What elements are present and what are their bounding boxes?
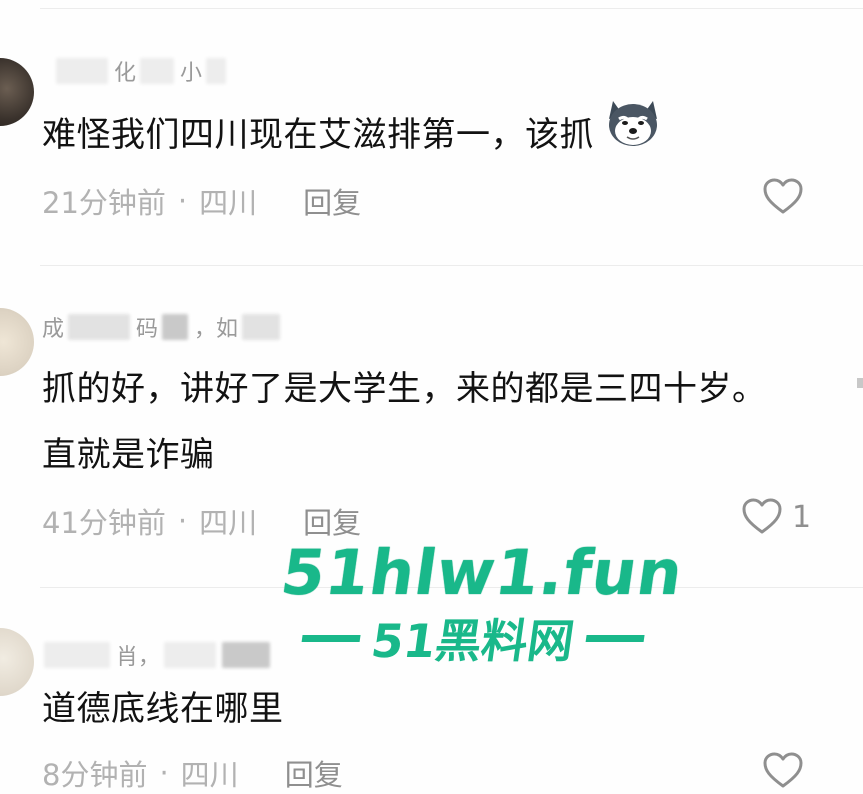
cut-off-character bbox=[857, 378, 863, 388]
username[interactable]: 成 码 ，如 bbox=[42, 312, 286, 342]
username-fragment: 化 bbox=[114, 61, 137, 86]
comment-divider bbox=[40, 587, 863, 588]
comment-divider bbox=[40, 8, 863, 9]
username[interactable]: 肖， bbox=[44, 640, 276, 670]
comment-time: 21分钟前 bbox=[42, 186, 166, 220]
like-button[interactable]: 1 bbox=[742, 498, 811, 536]
watermark-dash bbox=[301, 634, 361, 642]
comment-location: 四川 bbox=[180, 758, 239, 792]
site-watermark: 51hlw1.fun 51黑料网 bbox=[249, 536, 708, 671]
reply-button[interactable]: 回复 bbox=[303, 500, 361, 542]
redacted-block bbox=[222, 642, 271, 668]
redacted-block bbox=[162, 314, 189, 340]
watermark-subtitle: 51黑料网 bbox=[249, 605, 698, 671]
comment-text-line: 抓的好，讲好了是大学生，来的都是三四十岁。 bbox=[42, 369, 767, 409]
username-fragment: 成 bbox=[42, 317, 65, 342]
husky-dog-emoji-icon bbox=[605, 97, 661, 169]
watermark-url: 51hlw1.fun bbox=[276, 536, 688, 609]
like-button[interactable] bbox=[763, 178, 803, 216]
comment-time: 41分钟前 bbox=[42, 506, 166, 540]
heart-outline-icon bbox=[763, 178, 803, 216]
redacted-block bbox=[44, 642, 110, 668]
comment-text-content: 难怪我们四川现在艾滋排第一，该抓 bbox=[42, 115, 594, 155]
redacted-block bbox=[164, 642, 217, 668]
meta-separator: · bbox=[177, 184, 188, 218]
username-fragment: 肖， bbox=[116, 645, 161, 670]
comment-location: 四川 bbox=[199, 186, 258, 220]
avatar[interactable] bbox=[0, 628, 34, 696]
like-button[interactable] bbox=[763, 752, 803, 790]
watermark-dash bbox=[585, 634, 645, 642]
comment-meta: 8分钟前 · 四川 回复 bbox=[42, 752, 343, 794]
meta-separator: · bbox=[177, 504, 188, 538]
comment-text: 难怪我们四川现在艾滋排第一，该抓 bbox=[42, 100, 661, 169]
redacted-block bbox=[242, 314, 281, 340]
username[interactable]: 化 小 bbox=[56, 56, 232, 86]
redacted-block bbox=[56, 58, 108, 84]
comment-text: 抓的好，讲好了是大学生，来的都是三四十岁。 直就是诈骗 bbox=[42, 356, 767, 488]
like-count: 1 bbox=[792, 499, 812, 535]
heart-outline-icon bbox=[742, 498, 782, 536]
watermark-subtitle-text: 51黑料网 bbox=[367, 614, 578, 668]
redacted-block bbox=[140, 58, 175, 84]
reply-button[interactable]: 回复 bbox=[285, 752, 343, 794]
comment-text: 道德底线在哪里 bbox=[42, 676, 284, 742]
comment-divider bbox=[40, 265, 863, 266]
reply-button[interactable]: 回复 bbox=[303, 180, 361, 222]
comment-time: 8分钟前 bbox=[42, 758, 148, 792]
avatar[interactable] bbox=[0, 308, 34, 376]
comment-text-line: 直就是诈骗 bbox=[42, 435, 215, 475]
username-fragment: 码 bbox=[136, 317, 159, 342]
avatar[interactable] bbox=[0, 58, 34, 126]
comment-meta: 41分钟前 · 四川 回复 bbox=[42, 500, 361, 542]
username-fragment: 小 bbox=[180, 61, 203, 86]
heart-outline-icon bbox=[763, 752, 803, 790]
comment-text-content: 道德底线在哪里 bbox=[42, 689, 284, 729]
comment-meta: 21分钟前 · 四川 回复 bbox=[42, 180, 361, 222]
comment-location: 四川 bbox=[199, 506, 258, 540]
redacted-block bbox=[206, 58, 227, 84]
redacted-block bbox=[68, 314, 131, 340]
username-fragment: ，如 bbox=[194, 317, 239, 342]
